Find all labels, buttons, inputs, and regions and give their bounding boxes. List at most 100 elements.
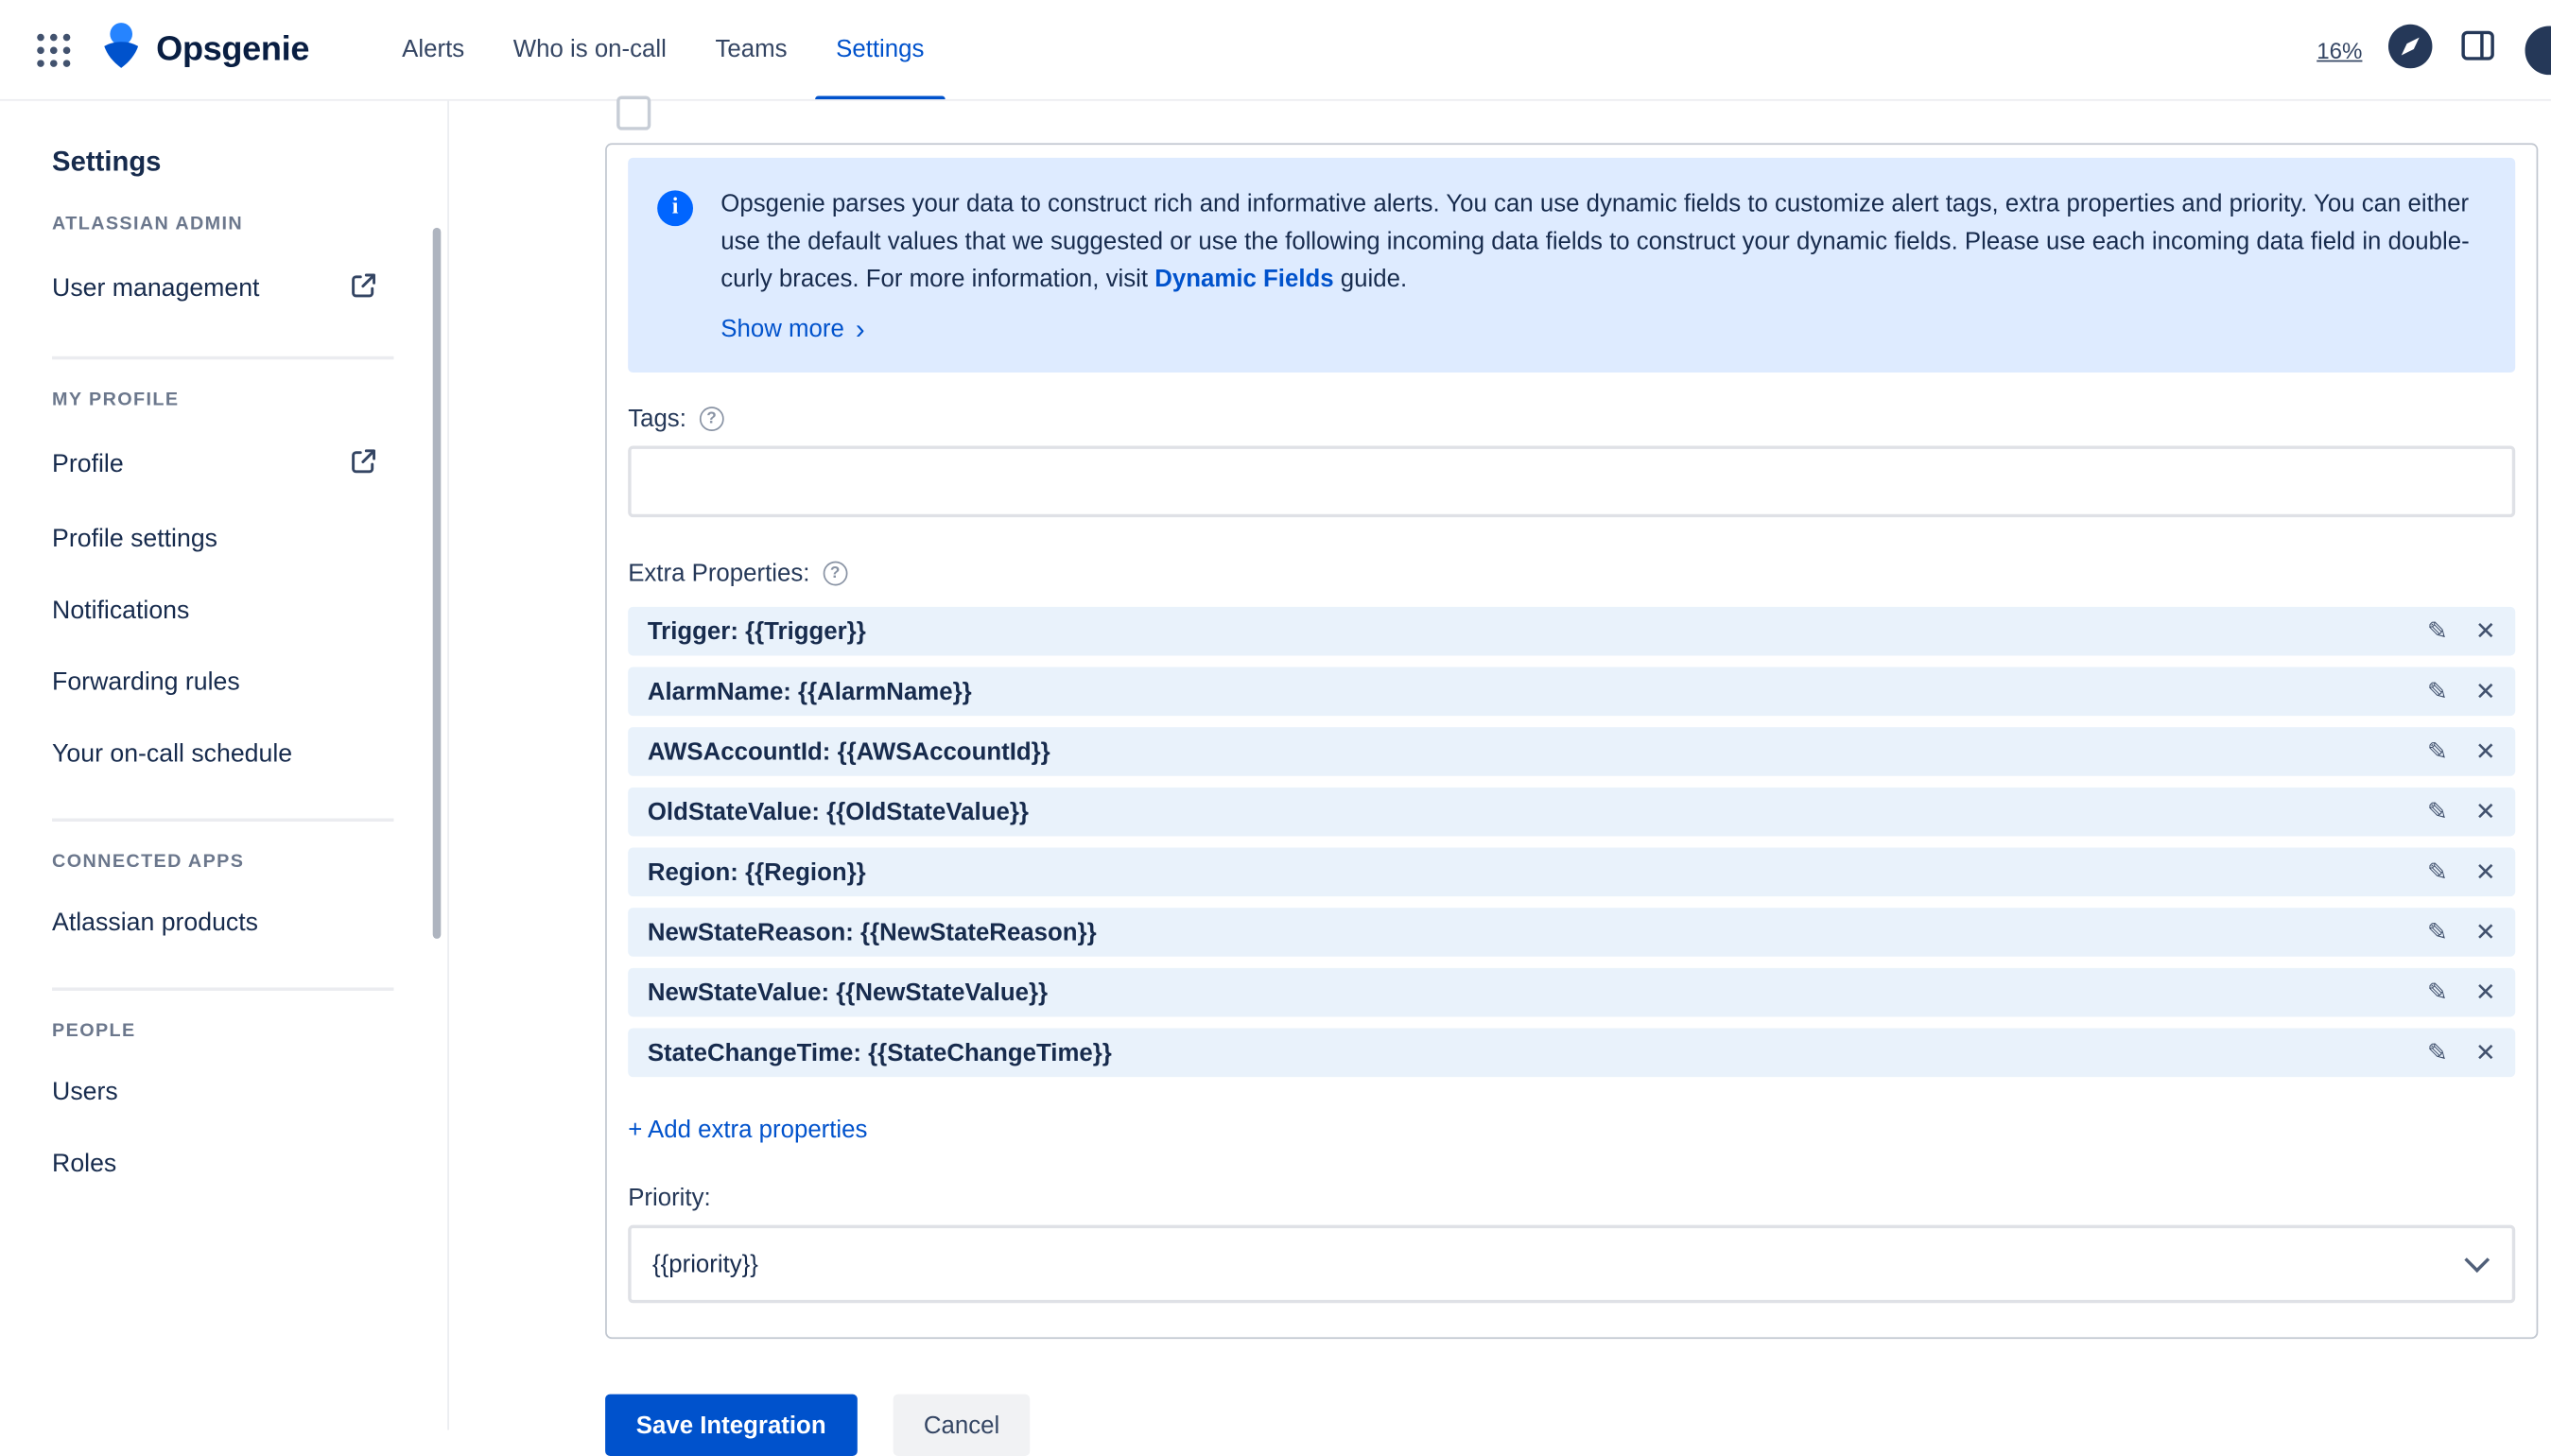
show-more-label: Show more (720, 315, 844, 344)
sidebar-item-label: Forwarding rules (52, 668, 240, 697)
show-more-link[interactable]: Show more › (720, 311, 864, 349)
page-layout: Settings ATLASSIAN ADMIN User management M… (0, 95, 2551, 1456)
panel-icon[interactable] (2458, 26, 2497, 74)
sidebar-item-label: Notifications (52, 597, 190, 625)
extra-property-row: NewStateValue: {{NewStateValue}} ✎ ✕ (628, 967, 2516, 1017)
remove-property-icon[interactable]: ✕ (2475, 920, 2496, 945)
external-link-icon (350, 271, 377, 307)
avatar[interactable] (2522, 22, 2551, 78)
extra-property-row: Trigger: {{Trigger}} ✎ ✕ (628, 606, 2516, 656)
extra-property-actions: ✎ ✕ (2427, 859, 2496, 884)
sidebar-item-label: User management (52, 274, 260, 303)
extra-properties-label-row: Extra Properties: ? (628, 560, 2515, 587)
priority-label-row: Priority: (628, 1185, 2515, 1212)
top-navigation: Opsgenie Alerts Who is on-call Teams Settin… (0, 0, 2551, 101)
save-integration-button[interactable]: Save Integration (605, 1394, 858, 1456)
extra-property-actions: ✎ ✕ (2427, 800, 2496, 824)
sidebar-item-profile[interactable]: Profile (52, 426, 377, 505)
extra-property-value: Trigger: {{Trigger}} (647, 617, 866, 646)
nav-item-teams[interactable]: Teams (691, 0, 812, 99)
priority-select[interactable]: {{priority}} (628, 1224, 2516, 1304)
app-switcher-icon[interactable] (36, 32, 72, 68)
compass-icon[interactable] (2386, 22, 2434, 78)
edit-property-icon[interactable]: ✎ (2427, 679, 2448, 703)
extra-property-actions: ✎ ✕ (2427, 679, 2496, 703)
brand-name: Opsgenie (156, 29, 310, 68)
remove-property-icon[interactable]: ✕ (2475, 800, 2496, 824)
sidebar-section-heading: CONNECTED APPS (52, 852, 245, 873)
sidebar-item-label: Profile settings (52, 525, 218, 554)
sidebar-item-label: Roles (52, 1150, 117, 1178)
info-banner-text: Opsgenie parses your data to construct r… (720, 185, 2486, 348)
help-icon[interactable]: ? (823, 561, 848, 586)
edit-property-icon[interactable]: ✎ (2427, 800, 2448, 824)
info-text: Opsgenie parses your data to construct r… (720, 190, 2470, 293)
tags-input[interactable] (628, 445, 2516, 518)
nav-item-settings[interactable]: Settings (811, 0, 948, 99)
cancel-button[interactable]: Cancel (893, 1394, 1031, 1456)
remove-property-icon[interactable]: ✕ (2475, 1040, 2496, 1065)
remove-property-icon[interactable]: ✕ (2475, 619, 2496, 644)
usage-indicator[interactable]: 16% (2317, 37, 2362, 63)
sidebar-divider (52, 818, 394, 822)
help-icon[interactable]: ? (699, 407, 724, 431)
sidebar-item-your-on-call-schedule[interactable]: Your on-call schedule (52, 719, 377, 791)
extra-property-row: AlarmName: {{AlarmName}} ✎ ✕ (628, 667, 2516, 717)
nav-links: Alerts Who is on-call Teams Settings (377, 0, 948, 99)
remove-property-icon[interactable]: ✕ (2475, 980, 2496, 1005)
priority-select-value: {{priority}} (652, 1250, 758, 1278)
edit-property-icon[interactable]: ✎ (2427, 980, 2448, 1005)
tags-label-row: Tags: ? (628, 405, 2515, 433)
sidebar-item-atlassian-products[interactable]: Atlassian products (52, 889, 377, 961)
sidebar-item-users[interactable]: Users (52, 1057, 377, 1129)
sidebar-divider (52, 987, 394, 991)
sidebar-divider (52, 355, 394, 360)
chevron-right-icon: › (855, 314, 865, 345)
sidebar-item-notifications[interactable]: Notifications (52, 576, 377, 648)
extra-property-value: StateChangeTime: {{StateChangeTime}} (647, 1038, 1112, 1066)
sidebar-title: Settings (52, 146, 162, 178)
remove-property-icon[interactable]: ✕ (2475, 679, 2496, 703)
settings-sidebar: Settings ATLASSIAN ADMIN User management M… (0, 100, 449, 1430)
extra-property-row: Region: {{Region}} ✎ ✕ (628, 847, 2516, 897)
sidebar-item-user-management[interactable]: User management (52, 251, 377, 329)
remove-property-icon[interactable]: ✕ (2475, 859, 2496, 884)
edit-property-icon[interactable]: ✎ (2427, 920, 2448, 945)
extra-property-actions: ✎ ✕ (2427, 980, 2496, 1005)
extra-property-actions: ✎ ✕ (2427, 619, 2496, 644)
extra-property-row: OldStateValue: {{OldStateValue}} ✎ ✕ (628, 787, 2516, 837)
integration-form-card: i Opsgenie parses your data to construct… (605, 143, 2539, 1340)
edit-property-icon[interactable]: ✎ (2427, 619, 2448, 644)
sidebar-item-label: Users (52, 1078, 118, 1107)
add-extra-properties-link[interactable]: + Add extra properties (628, 1116, 867, 1143)
dynamic-fields-link[interactable]: Dynamic Fields (1154, 265, 1333, 292)
sidebar-item-roles[interactable]: Roles (52, 1129, 377, 1201)
edit-property-icon[interactable]: ✎ (2427, 739, 2448, 764)
sidebar-item-profile-settings[interactable]: Profile settings (52, 504, 377, 576)
sidebar-item-label: Atlassian products (52, 909, 258, 938)
sidebar-scrollbar[interactable] (432, 227, 442, 939)
tags-label: Tags: (628, 405, 686, 433)
sidebar-item-label: Your on-call schedule (52, 739, 293, 769)
extra-property-row: StateChangeTime: {{StateChangeTime}} ✎ ✕ (628, 1028, 2516, 1078)
sidebar-item-forwarding-rules[interactable]: Forwarding rules (52, 648, 377, 719)
info-banner: i Opsgenie parses your data to construct… (628, 157, 2516, 373)
extra-property-value: NewStateReason: {{NewStateReason}} (647, 918, 1097, 946)
extra-property-value: OldStateValue: {{OldStateValue}} (647, 798, 1029, 826)
extra-properties-label: Extra Properties: (628, 559, 810, 588)
extra-property-row: AWSAccountId: {{AWSAccountId}} ✎ ✕ (628, 727, 2516, 776)
nav-item-who-is-on-call[interactable]: Who is on-call (489, 0, 691, 99)
extra-property-value: NewStateValue: {{NewStateValue}} (647, 979, 1049, 1007)
opsgenie-app: Opsgenie Alerts Who is on-call Teams Settin… (0, 0, 2551, 1456)
opsgenie-home-link[interactable]: Opsgenie (101, 21, 309, 78)
checkbox[interactable] (616, 95, 651, 130)
edit-property-icon[interactable]: ✎ (2427, 859, 2448, 884)
remove-property-icon[interactable]: ✕ (2475, 739, 2496, 764)
extra-property-value: AlarmName: {{AlarmName}} (647, 677, 972, 705)
extra-property-actions: ✎ ✕ (2427, 920, 2496, 945)
extra-property-value: AWSAccountId: {{AWSAccountId}} (647, 737, 1050, 766)
nav-item-alerts[interactable]: Alerts (377, 0, 489, 99)
extra-properties-list: Trigger: {{Trigger}} ✎ ✕ AlarmName: {{Alarm… (628, 606, 2516, 1078)
edit-property-icon[interactable]: ✎ (2427, 1040, 2448, 1065)
integration-settings-content: i Opsgenie parses your data to construct… (449, 95, 2551, 1456)
